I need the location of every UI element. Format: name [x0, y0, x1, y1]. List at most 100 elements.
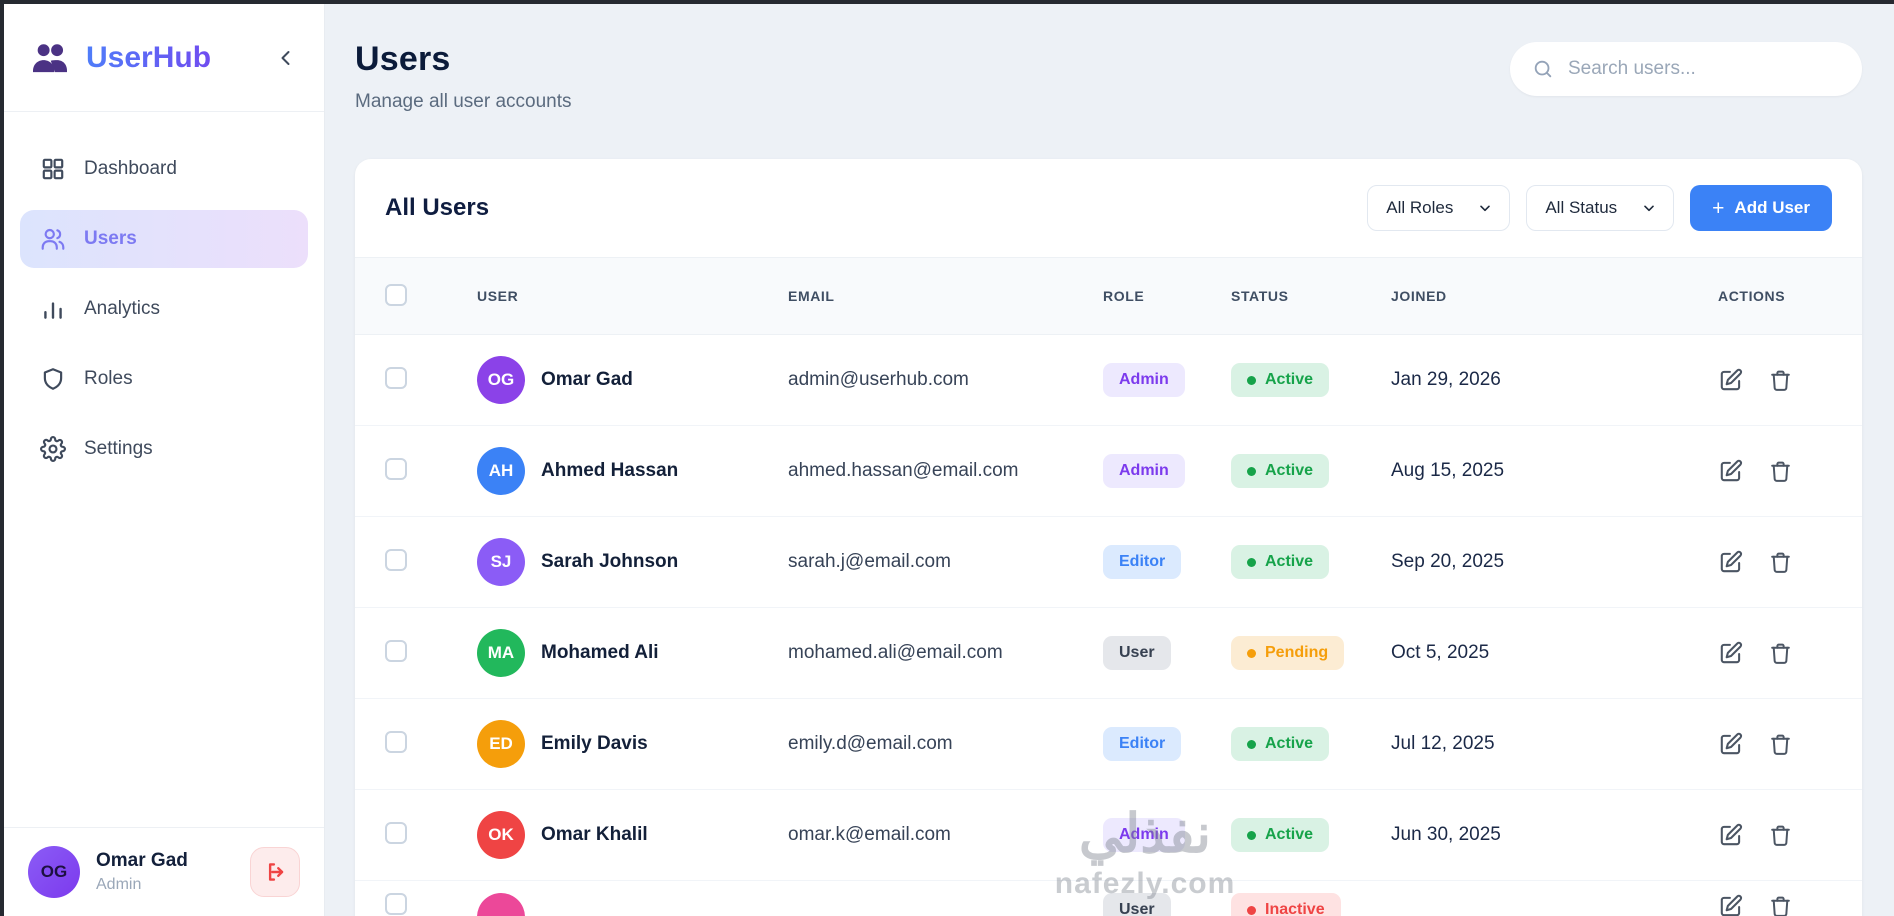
edit-button[interactable]: [1718, 893, 1744, 916]
joined-date: Jan 29, 2026: [1391, 369, 1501, 390]
user-email: emily.d@email.com: [788, 733, 953, 754]
row-checkbox[interactable]: [385, 366, 407, 389]
delete-button[interactable]: [1768, 732, 1793, 757]
column-header-email: EMAIL: [788, 288, 835, 304]
sidebar-item-users[interactable]: Users: [20, 210, 308, 268]
avatar: OG: [477, 356, 525, 404]
column-header-actions: ACTIONS: [1718, 288, 1786, 304]
role-badge: Admin: [1103, 818, 1185, 852]
edit-button[interactable]: [1718, 549, 1744, 575]
user-email: ahmed.hassan@email.com: [788, 460, 1019, 481]
edit-icon: [1720, 368, 1743, 391]
table-row: ED Emily Davis emily.d@email.com Editor …: [355, 699, 1862, 790]
edit-icon: [1720, 823, 1743, 846]
status-dot: [1247, 648, 1256, 658]
trash-icon: [1771, 461, 1790, 482]
joined-date: Sep 20, 2025: [1391, 551, 1505, 572]
user-name: Ahmed Hassan: [541, 460, 679, 481]
column-header-user: USER: [477, 288, 519, 304]
role-badge: Editor: [1103, 545, 1182, 579]
sidebar-nav: Dashboard Users Analytics Roles Settings: [4, 112, 324, 506]
logo-row: UserHub: [4, 4, 324, 112]
avatar: OK: [477, 811, 525, 859]
dashboard-grid-icon: [42, 158, 64, 180]
main-content: Users Manage all user accounts All Users…: [325, 4, 1894, 916]
row-checkbox[interactable]: [385, 639, 407, 662]
status-label: Active: [1265, 735, 1314, 752]
status-filter-value: All Status: [1545, 198, 1618, 217]
edit-button[interactable]: [1718, 367, 1744, 393]
users-panel: All Users All Roles All Status + Add Use…: [355, 159, 1862, 916]
sidebar-item-analytics[interactable]: Analytics: [20, 280, 308, 338]
role-badge: Admin: [1103, 363, 1185, 397]
joined-date: Jul 12, 2025: [1391, 733, 1495, 754]
status-badge: Active: [1231, 363, 1330, 397]
delete-button[interactable]: [1768, 823, 1793, 848]
edit-icon: [1720, 732, 1743, 755]
avatar: [477, 893, 525, 916]
delete-button[interactable]: [1768, 641, 1793, 666]
status-badge: Active: [1231, 727, 1330, 761]
sidebar-item-dashboard[interactable]: Dashboard: [20, 140, 308, 198]
trash-icon: [1771, 370, 1790, 391]
roles-filter-value: All Roles: [1386, 198, 1454, 217]
chevron-down-icon: [1477, 200, 1493, 216]
row-checkbox[interactable]: [385, 457, 407, 480]
select-all-checkbox[interactable]: [385, 283, 407, 306]
delete-button[interactable]: [1768, 368, 1793, 393]
status-label: Pending: [1265, 644, 1329, 661]
sidebar-collapse-button[interactable]: [274, 46, 298, 70]
delete-button[interactable]: [1768, 550, 1793, 575]
status-label: Active: [1265, 553, 1314, 570]
user-email: sarah.j@email.com: [788, 551, 951, 572]
edit-button[interactable]: [1718, 822, 1744, 848]
status-badge: Pending: [1231, 636, 1345, 670]
delete-button[interactable]: [1768, 459, 1793, 484]
role-badge: User: [1103, 636, 1171, 670]
avatar: AH: [477, 447, 525, 495]
profile-role: Admin: [96, 876, 142, 893]
analytics-bars-icon: [44, 302, 62, 319]
users-icon: [41, 228, 65, 250]
table-row: MA Mohamed Ali mohamed.ali@email.com Use…: [355, 608, 1862, 699]
status-label: Active: [1265, 462, 1314, 479]
sidebar-profile: OG Omar Gad Admin: [4, 827, 324, 916]
search-input[interactable]: [1568, 58, 1840, 80]
row-checkbox[interactable]: [385, 821, 407, 844]
row-checkbox[interactable]: [385, 548, 407, 571]
edit-icon: [1720, 641, 1743, 664]
user-name: Omar Gad: [541, 369, 633, 390]
status-dot: [1247, 375, 1256, 385]
edit-button[interactable]: [1718, 731, 1744, 757]
edit-button[interactable]: [1718, 458, 1744, 484]
sidebar-item-label: Users: [84, 228, 137, 249]
table-body: OG Omar Gad admin@userhub.com Admin Acti…: [355, 335, 1862, 916]
status-dot: [1247, 466, 1256, 476]
status-dot: [1247, 830, 1256, 840]
trash-icon: [1771, 734, 1790, 755]
logout-button[interactable]: [250, 847, 300, 897]
status-filter-select[interactable]: All Status: [1526, 185, 1675, 231]
delete-button[interactable]: [1768, 894, 1793, 916]
role-badge: User: [1103, 893, 1171, 916]
edit-button[interactable]: [1718, 640, 1744, 666]
add-user-label: Add User: [1734, 198, 1810, 217]
row-checkbox[interactable]: [385, 893, 407, 915]
role-badge: Admin: [1103, 454, 1185, 488]
trash-icon: [1771, 643, 1790, 664]
row-checkbox[interactable]: [385, 730, 407, 753]
roles-filter-select[interactable]: All Roles: [1367, 185, 1511, 231]
joined-date: Jun 30, 2025: [1391, 824, 1501, 845]
status-label: Active: [1265, 826, 1314, 843]
gear-icon: [40, 436, 66, 462]
sidebar-item-settings[interactable]: Settings: [20, 420, 308, 478]
user-name: Sarah Johnson: [541, 551, 679, 572]
status-badge: Active: [1231, 818, 1330, 852]
add-user-button[interactable]: + Add User: [1690, 185, 1832, 231]
joined-date: Aug 15, 2025: [1391, 460, 1505, 481]
column-header-joined: JOINED: [1391, 288, 1447, 304]
role-badge: Editor: [1103, 727, 1182, 761]
sidebar-item-label: Analytics: [84, 298, 161, 319]
trash-icon: [1771, 896, 1790, 916]
sidebar-item-roles[interactable]: Roles: [20, 350, 308, 408]
